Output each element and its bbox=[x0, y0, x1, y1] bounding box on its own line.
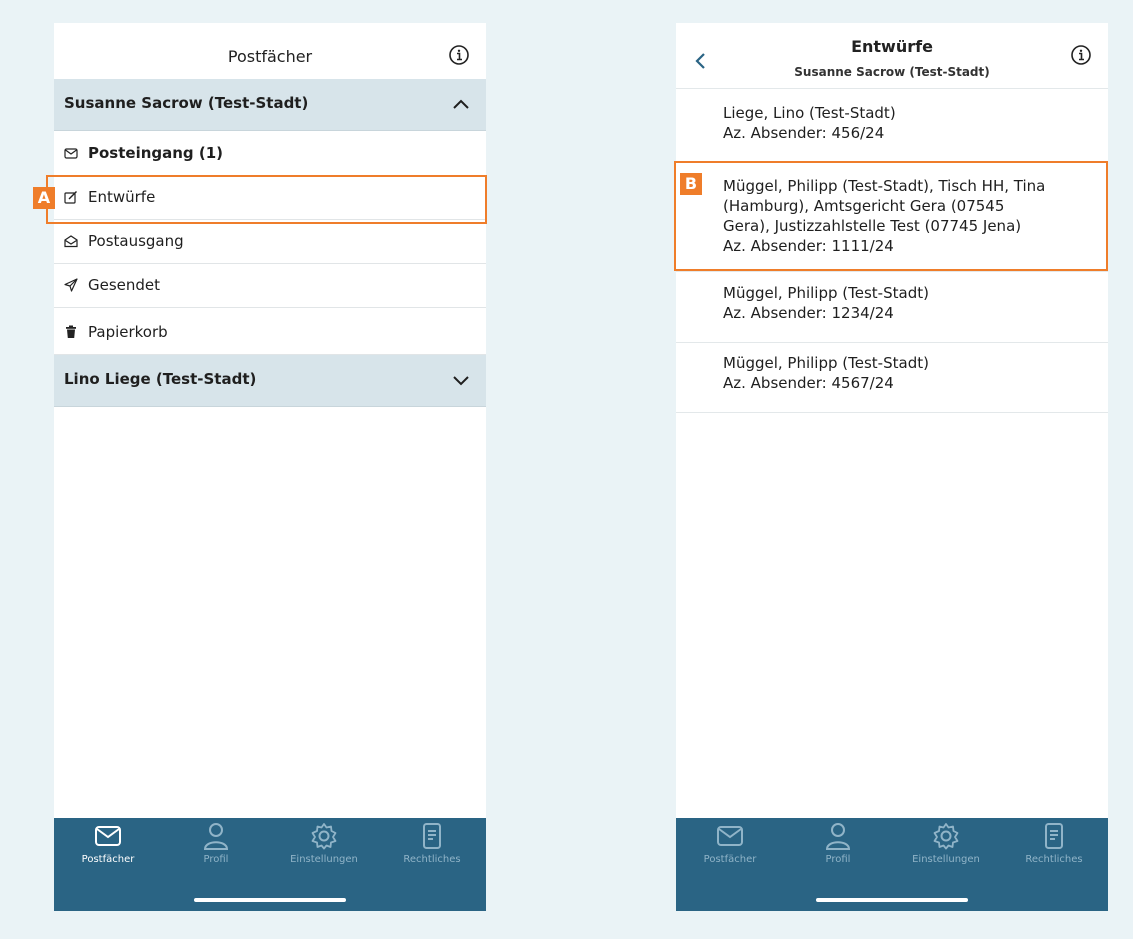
tab-settings[interactable]: Einstellungen bbox=[892, 822, 1000, 882]
highlight-box-b bbox=[674, 161, 1108, 271]
document-icon bbox=[1045, 823, 1063, 849]
page-title: Entwürfe bbox=[851, 37, 933, 56]
tab-label: Rechtliches bbox=[1025, 854, 1083, 865]
info-icon[interactable] bbox=[1070, 44, 1092, 66]
draft-recipient-line: Müggel, Philipp (Test-Stadt) bbox=[723, 284, 929, 302]
info-icon[interactable] bbox=[448, 44, 470, 66]
envelope-icon bbox=[64, 148, 78, 159]
folder-label: Papierkorb bbox=[88, 323, 168, 341]
header: Entwürfe Susanne Sacrow (Test-Stadt) bbox=[676, 23, 1108, 89]
account-header-lino[interactable]: Lino Liege (Test-Stadt) bbox=[54, 355, 486, 407]
folder-trash[interactable]: Papierkorb bbox=[54, 311, 486, 355]
drafts-screen: Entwürfe Susanne Sacrow (Test-Stadt) Lie… bbox=[676, 23, 1108, 911]
mailboxes-screen: Postfächer Susanne Sacrow (Test-Stadt) P… bbox=[54, 23, 486, 911]
draft-list-item[interactable]: Liege, Lino (Test-Stadt) Az. Absender: 4… bbox=[676, 93, 1108, 163]
tab-label: Rechtliches bbox=[403, 854, 461, 865]
folder-label: Postausgang bbox=[88, 232, 184, 250]
draft-recipient-line: Müggel, Philipp (Test-Stadt) bbox=[723, 354, 929, 372]
tab-label: Einstellungen bbox=[912, 854, 980, 865]
gear-icon bbox=[311, 823, 337, 850]
home-indicator bbox=[816, 898, 968, 902]
tab-profile[interactable]: Profil bbox=[162, 822, 270, 882]
chevron-up-icon bbox=[453, 99, 469, 109]
document-icon bbox=[423, 823, 441, 849]
account-name: Susanne Sacrow (Test-Stadt) bbox=[64, 94, 309, 112]
folder-label: Gesendet bbox=[88, 276, 161, 294]
draft-text: Müggel, Philipp (Test-Stadt) Az. Absende… bbox=[723, 283, 1096, 323]
account-header-susanne[interactable]: Susanne Sacrow (Test-Stadt) bbox=[54, 79, 486, 131]
tab-label: Profil bbox=[203, 854, 229, 865]
home-indicator bbox=[194, 898, 346, 902]
folder-label: Posteingang (1) bbox=[88, 144, 224, 162]
send-icon bbox=[64, 278, 78, 292]
highlight-label-a: A bbox=[33, 187, 55, 209]
tab-label: Postfächer bbox=[703, 854, 757, 865]
person-icon bbox=[825, 823, 851, 850]
chevron-down-icon bbox=[453, 376, 469, 386]
highlight-box-a bbox=[46, 175, 487, 224]
tab-legal[interactable]: Rechtliches bbox=[1000, 822, 1108, 882]
page-subtitle: Susanne Sacrow (Test-Stadt) bbox=[794, 65, 990, 79]
envelope-icon bbox=[95, 826, 121, 846]
folder-inbox[interactable]: Posteingang (1) bbox=[54, 132, 486, 176]
tab-profile[interactable]: Profil bbox=[784, 822, 892, 882]
draft-text: Müggel, Philipp (Test-Stadt) Az. Absende… bbox=[723, 353, 1096, 393]
tab-mailboxes[interactable]: Postfächer bbox=[54, 822, 162, 882]
tab-bar: Postfächer Profil Einstellungen Rechtlic… bbox=[676, 818, 1108, 911]
envelope-icon bbox=[717, 826, 743, 846]
draft-recipient-line: Liege, Lino (Test-Stadt) bbox=[723, 104, 896, 122]
person-icon bbox=[203, 823, 229, 850]
tab-bar: Postfächer Profil Einstellungen Rechtlic… bbox=[54, 818, 486, 911]
tab-label: Profil bbox=[825, 854, 851, 865]
trash-icon bbox=[66, 325, 76, 338]
folder-sent[interactable]: Gesendet bbox=[54, 264, 486, 308]
envelope-open-icon bbox=[64, 235, 78, 248]
highlight-label-b: B bbox=[680, 173, 702, 195]
draft-list-item[interactable]: Müggel, Philipp (Test-Stadt) Az. Absende… bbox=[676, 273, 1108, 343]
gear-icon bbox=[933, 823, 959, 850]
draft-list-item[interactable]: Müggel, Philipp (Test-Stadt) Az. Absende… bbox=[676, 343, 1108, 413]
folder-outbox[interactable]: Postausgang bbox=[54, 220, 486, 264]
draft-reference-line: Az. Absender: 1234/24 bbox=[723, 304, 894, 322]
draft-text: Liege, Lino (Test-Stadt) Az. Absender: 4… bbox=[723, 103, 1096, 143]
page-title: Postfächer bbox=[227, 47, 313, 66]
tab-settings[interactable]: Einstellungen bbox=[270, 822, 378, 882]
draft-reference-line: Az. Absender: 456/24 bbox=[723, 124, 885, 142]
tab-mailboxes[interactable]: Postfächer bbox=[676, 822, 784, 882]
draft-reference-line: Az. Absender: 4567/24 bbox=[723, 374, 894, 392]
tab-label: Postfächer bbox=[81, 854, 135, 865]
tab-legal[interactable]: Rechtliches bbox=[378, 822, 486, 882]
account-name: Lino Liege (Test-Stadt) bbox=[64, 370, 257, 388]
tab-label: Einstellungen bbox=[290, 854, 358, 865]
